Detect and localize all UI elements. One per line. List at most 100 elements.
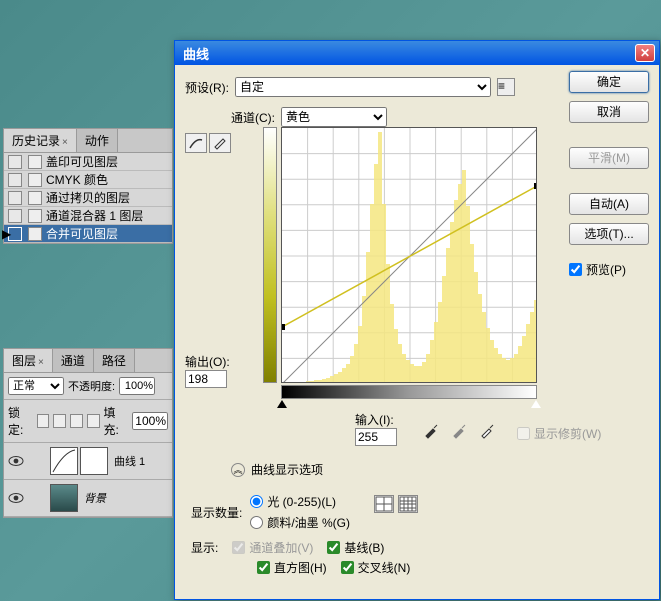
overlay-check: 通道叠加(V): [232, 539, 313, 556]
baseline-check[interactable]: 基线(B): [327, 539, 384, 556]
ok-button[interactable]: 确定: [569, 71, 649, 93]
history-snapshot-icon: [8, 155, 22, 169]
black-point-slider[interactable]: [277, 400, 287, 408]
options-button[interactable]: 选项(T)...: [569, 223, 649, 245]
ink-radio[interactable]: 颜料/油墨 %(G): [250, 514, 350, 531]
lock-paint-icon[interactable]: [53, 414, 66, 428]
preview-check[interactable]: 预览(P): [569, 261, 649, 278]
intersect-check[interactable]: 交叉线(N): [341, 559, 411, 576]
output-label: 输出(O):: [185, 353, 230, 370]
channel-select[interactable]: 黄色: [281, 107, 387, 127]
history-snapshot-icon: [8, 209, 22, 223]
channel-label: 通道(C):: [231, 109, 275, 126]
curves-thumb-icon: [50, 447, 78, 475]
mask-thumb-icon: [80, 447, 108, 475]
curves-dialog: 曲线 ✕ 预设(R): 自定 ≡ 通道(C): 黄色: [174, 40, 660, 600]
titlebar[interactable]: 曲线 ✕: [175, 41, 659, 65]
tab-paths[interactable]: 路径: [94, 349, 135, 372]
show-row2: 直方图(H) 交叉线(N): [257, 559, 410, 576]
input-input[interactable]: [355, 428, 397, 446]
show-label: 显示:: [191, 539, 218, 556]
eyedropper-group: [423, 423, 495, 439]
lock-label: 锁定:: [8, 404, 33, 438]
white-eyedropper-icon[interactable]: [479, 423, 495, 439]
gray-eyedropper-icon[interactable]: [451, 423, 467, 439]
grid-lines: [282, 128, 537, 383]
output-input[interactable]: [185, 370, 227, 388]
blend-row: 正常 不透明度:: [4, 373, 172, 400]
curve-point-tool[interactable]: [185, 133, 207, 153]
input-group: 输入(I):: [355, 411, 397, 446]
pencil-tool[interactable]: [209, 133, 231, 153]
dialog-title: 曲线: [179, 44, 209, 63]
layers-tabs: 图层× 通道 路径: [4, 349, 172, 373]
tab-history[interactable]: 历史记录×: [4, 129, 77, 152]
history-item[interactable]: 通过拷贝的图层: [4, 189, 172, 207]
output-gradient: [263, 127, 277, 383]
layer-thumb-icon: [50, 484, 78, 512]
display-options-label: 曲线显示选项: [251, 461, 323, 478]
history-item-selected[interactable]: ▶合并可见图层: [4, 225, 172, 243]
lock-transparent-icon[interactable]: [37, 414, 50, 428]
layer-name: 曲线 1: [114, 453, 145, 469]
amount-label: 显示数量:: [191, 504, 242, 521]
tab-close-icon[interactable]: ×: [62, 137, 68, 148]
histogram-check[interactable]: 直方图(H): [257, 559, 327, 576]
tab-layers[interactable]: 图层×: [4, 349, 53, 372]
opacity-input[interactable]: [119, 377, 155, 395]
layer-row[interactable]: 背景: [4, 480, 172, 517]
opacity-label: 不透明度:: [68, 378, 115, 394]
smooth-button: 平滑(M): [569, 147, 649, 169]
show-clipping-checkbox: [517, 427, 530, 440]
auto-button[interactable]: 自动(A): [569, 193, 649, 215]
lock-row: 锁定: 填充:: [4, 400, 172, 443]
history-current-icon: ▶: [2, 227, 11, 241]
button-column: 确定 取消 平滑(M) 自动(A) 选项(T)... 预览(P): [569, 71, 649, 278]
input-label: 输入(I):: [355, 411, 397, 428]
chevron-up-icon[interactable]: ︽: [231, 463, 245, 477]
layer-icon: [28, 155, 42, 169]
history-item[interactable]: 盖印可见图层: [4, 153, 172, 171]
light-radio[interactable]: 光 (0-255)(L): [250, 493, 350, 510]
input-gradient: [281, 385, 537, 399]
black-eyedropper-icon[interactable]: [423, 423, 439, 439]
tab-channels[interactable]: 通道: [53, 349, 94, 372]
tab-actions[interactable]: 动作: [77, 129, 118, 152]
grid-fine-icon[interactable]: [398, 495, 418, 513]
preset-select[interactable]: 自定: [235, 77, 491, 97]
history-panel: 历史记录× 动作 盖印可见图层 CMYK 颜色 通过拷贝的图层 通道混合器 1 …: [3, 128, 173, 244]
visibility-eye-icon[interactable]: [8, 455, 24, 467]
history-list: 盖印可见图层 CMYK 颜色 通过拷贝的图层 通道混合器 1 图层 ▶合并可见图…: [4, 153, 172, 243]
cancel-button[interactable]: 取消: [569, 101, 649, 123]
fill-input[interactable]: [132, 412, 168, 430]
curve-tools: [185, 133, 231, 153]
adjust-icon: [28, 209, 42, 223]
history-item[interactable]: 通道混合器 1 图层: [4, 207, 172, 225]
grid-coarse-icon[interactable]: [374, 495, 394, 513]
history-tabs: 历史记录× 动作: [4, 129, 172, 153]
dialog-body: 预设(R): 自定 ≡ 通道(C): 黄色: [175, 65, 659, 599]
lock-all-icon[interactable]: [87, 414, 100, 428]
history-snapshot-icon: [8, 191, 22, 205]
preset-menu-button[interactable]: ≡: [497, 78, 515, 96]
lock-move-icon[interactable]: [70, 414, 83, 428]
show-clipping-check: 显示修剪(W): [517, 425, 601, 442]
curves-graph[interactable]: [281, 127, 537, 383]
white-point-slider[interactable]: [531, 400, 541, 408]
tab-close-icon[interactable]: ×: [38, 357, 44, 368]
history-item[interactable]: CMYK 颜色: [4, 171, 172, 189]
history-snapshot-icon: [8, 173, 22, 187]
close-icon: ✕: [640, 46, 650, 60]
preset-label: 预设(R):: [185, 79, 229, 96]
amount-row: 显示数量: 光 (0-255)(L) 颜料/油墨 %(G): [191, 493, 418, 531]
visibility-eye-icon[interactable]: [8, 492, 24, 504]
layer-row[interactable]: 曲线 1: [4, 443, 172, 480]
blend-mode-select[interactable]: 正常: [8, 377, 64, 395]
fill-label: 填充:: [104, 404, 129, 438]
close-button[interactable]: ✕: [635, 44, 655, 62]
show-row: 显示: 通道叠加(V) 基线(B): [191, 539, 384, 556]
layer-name: 背景: [84, 490, 106, 506]
layer-icon: [28, 191, 42, 205]
display-options-header[interactable]: ︽ 曲线显示选项: [231, 461, 323, 478]
channel-row: 通道(C): 黄色: [231, 107, 387, 127]
